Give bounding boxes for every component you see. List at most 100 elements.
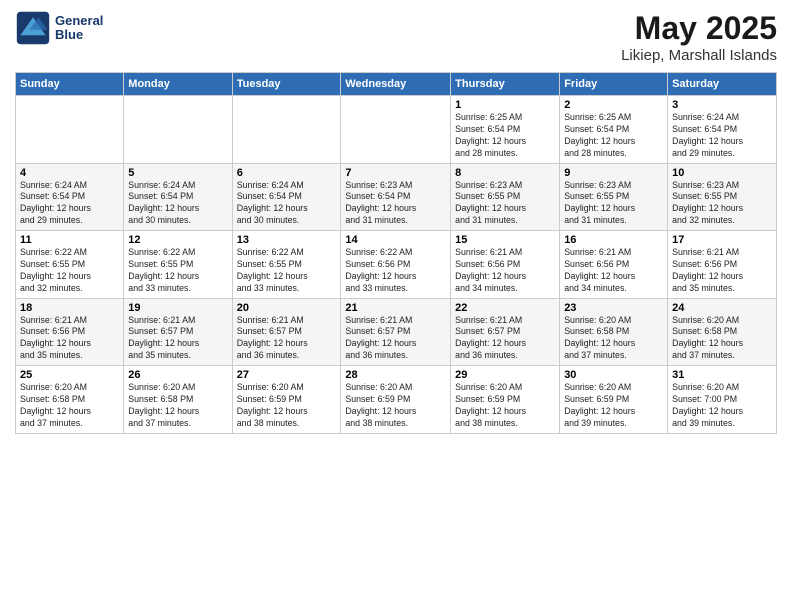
day-info: Sunrise: 6:20 AM Sunset: 6:59 PM Dayligh… — [455, 382, 555, 430]
day-number: 24 — [672, 302, 772, 314]
calendar-cell: 16Sunrise: 6:21 AM Sunset: 6:56 PM Dayli… — [560, 231, 668, 299]
calendar-cell: 2Sunrise: 6:25 AM Sunset: 6:54 PM Daylig… — [560, 96, 668, 164]
calendar-cell: 27Sunrise: 6:20 AM Sunset: 6:59 PM Dayli… — [232, 366, 341, 434]
calendar-cell: 21Sunrise: 6:21 AM Sunset: 6:57 PM Dayli… — [341, 298, 451, 366]
calendar-cell: 8Sunrise: 6:23 AM Sunset: 6:55 PM Daylig… — [451, 163, 560, 231]
day-info: Sunrise: 6:20 AM Sunset: 6:58 PM Dayligh… — [672, 315, 772, 363]
day-info: Sunrise: 6:21 AM Sunset: 6:57 PM Dayligh… — [345, 315, 446, 363]
calendar-cell: 19Sunrise: 6:21 AM Sunset: 6:57 PM Dayli… — [124, 298, 232, 366]
day-number: 4 — [20, 167, 119, 179]
weekday-header-monday: Monday — [124, 73, 232, 96]
day-number: 23 — [564, 302, 663, 314]
weekday-header-thursday: Thursday — [451, 73, 560, 96]
calendar-cell: 17Sunrise: 6:21 AM Sunset: 6:56 PM Dayli… — [668, 231, 777, 299]
day-info: Sunrise: 6:20 AM Sunset: 6:58 PM Dayligh… — [128, 382, 227, 430]
day-number: 1 — [455, 99, 555, 111]
calendar-cell: 14Sunrise: 6:22 AM Sunset: 6:56 PM Dayli… — [341, 231, 451, 299]
day-number: 15 — [455, 234, 555, 246]
day-info: Sunrise: 6:22 AM Sunset: 6:55 PM Dayligh… — [20, 247, 119, 295]
header: General Blue May 2025 Likiep, Marshall I… — [15, 10, 777, 64]
day-info: Sunrise: 6:21 AM Sunset: 6:56 PM Dayligh… — [672, 247, 772, 295]
day-info: Sunrise: 6:25 AM Sunset: 6:54 PM Dayligh… — [455, 112, 555, 160]
calendar-cell: 20Sunrise: 6:21 AM Sunset: 6:57 PM Dayli… — [232, 298, 341, 366]
calendar-cell: 6Sunrise: 6:24 AM Sunset: 6:54 PM Daylig… — [232, 163, 341, 231]
day-info: Sunrise: 6:21 AM Sunset: 6:57 PM Dayligh… — [455, 315, 555, 363]
calendar-cell: 25Sunrise: 6:20 AM Sunset: 6:58 PM Dayli… — [16, 366, 124, 434]
day-info: Sunrise: 6:24 AM Sunset: 6:54 PM Dayligh… — [237, 180, 337, 228]
calendar-week-5: 25Sunrise: 6:20 AM Sunset: 6:58 PM Dayli… — [16, 366, 777, 434]
day-number: 20 — [237, 302, 337, 314]
calendar-cell: 31Sunrise: 6:20 AM Sunset: 7:00 PM Dayli… — [668, 366, 777, 434]
calendar-table: SundayMondayTuesdayWednesdayThursdayFrid… — [15, 72, 777, 434]
calendar-cell — [124, 96, 232, 164]
calendar-cell: 15Sunrise: 6:21 AM Sunset: 6:56 PM Dayli… — [451, 231, 560, 299]
weekday-header-row: SundayMondayTuesdayWednesdayThursdayFrid… — [16, 73, 777, 96]
day-info: Sunrise: 6:23 AM Sunset: 6:55 PM Dayligh… — [564, 180, 663, 228]
calendar-cell: 10Sunrise: 6:23 AM Sunset: 6:55 PM Dayli… — [668, 163, 777, 231]
day-number: 27 — [237, 369, 337, 381]
page: General Blue May 2025 Likiep, Marshall I… — [0, 0, 792, 612]
day-info: Sunrise: 6:24 AM Sunset: 6:54 PM Dayligh… — [672, 112, 772, 160]
calendar-cell: 7Sunrise: 6:23 AM Sunset: 6:54 PM Daylig… — [341, 163, 451, 231]
day-number: 3 — [672, 99, 772, 111]
logo-line2: Blue — [55, 28, 103, 42]
subtitle: Likiep, Marshall Islands — [621, 47, 777, 64]
day-number: 21 — [345, 302, 446, 314]
day-number: 6 — [237, 167, 337, 179]
day-info: Sunrise: 6:23 AM Sunset: 6:54 PM Dayligh… — [345, 180, 446, 228]
calendar-cell: 3Sunrise: 6:24 AM Sunset: 6:54 PM Daylig… — [668, 96, 777, 164]
day-info: Sunrise: 6:21 AM Sunset: 6:56 PM Dayligh… — [455, 247, 555, 295]
day-info: Sunrise: 6:22 AM Sunset: 6:56 PM Dayligh… — [345, 247, 446, 295]
calendar-cell: 4Sunrise: 6:24 AM Sunset: 6:54 PM Daylig… — [16, 163, 124, 231]
calendar-cell: 13Sunrise: 6:22 AM Sunset: 6:55 PM Dayli… — [232, 231, 341, 299]
day-number: 17 — [672, 234, 772, 246]
calendar-cell — [232, 96, 341, 164]
day-info: Sunrise: 6:20 AM Sunset: 6:59 PM Dayligh… — [564, 382, 663, 430]
weekday-header-friday: Friday — [560, 73, 668, 96]
day-number: 9 — [564, 167, 663, 179]
day-number: 2 — [564, 99, 663, 111]
calendar-cell: 18Sunrise: 6:21 AM Sunset: 6:56 PM Dayli… — [16, 298, 124, 366]
day-number: 31 — [672, 369, 772, 381]
calendar-cell: 26Sunrise: 6:20 AM Sunset: 6:58 PM Dayli… — [124, 366, 232, 434]
day-number: 19 — [128, 302, 227, 314]
logo-line1: General — [55, 14, 103, 28]
calendar-cell: 30Sunrise: 6:20 AM Sunset: 6:59 PM Dayli… — [560, 366, 668, 434]
day-info: Sunrise: 6:22 AM Sunset: 6:55 PM Dayligh… — [128, 247, 227, 295]
day-number: 29 — [455, 369, 555, 381]
calendar-week-4: 18Sunrise: 6:21 AM Sunset: 6:56 PM Dayli… — [16, 298, 777, 366]
day-info: Sunrise: 6:21 AM Sunset: 6:57 PM Dayligh… — [128, 315, 227, 363]
calendar-cell: 9Sunrise: 6:23 AM Sunset: 6:55 PM Daylig… — [560, 163, 668, 231]
day-number: 26 — [128, 369, 227, 381]
day-number: 25 — [20, 369, 119, 381]
day-info: Sunrise: 6:20 AM Sunset: 6:58 PM Dayligh… — [20, 382, 119, 430]
day-number: 16 — [564, 234, 663, 246]
main-title: May 2025 — [621, 10, 777, 47]
calendar-cell — [16, 96, 124, 164]
day-number: 14 — [345, 234, 446, 246]
logo-text: General Blue — [55, 14, 103, 43]
weekday-header-wednesday: Wednesday — [341, 73, 451, 96]
day-number: 10 — [672, 167, 772, 179]
day-info: Sunrise: 6:23 AM Sunset: 6:55 PM Dayligh… — [672, 180, 772, 228]
day-number: 11 — [20, 234, 119, 246]
calendar-week-1: 1Sunrise: 6:25 AM Sunset: 6:54 PM Daylig… — [16, 96, 777, 164]
day-info: Sunrise: 6:20 AM Sunset: 6:59 PM Dayligh… — [237, 382, 337, 430]
day-info: Sunrise: 6:25 AM Sunset: 6:54 PM Dayligh… — [564, 112, 663, 160]
calendar-cell: 12Sunrise: 6:22 AM Sunset: 6:55 PM Dayli… — [124, 231, 232, 299]
day-number: 28 — [345, 369, 446, 381]
day-info: Sunrise: 6:21 AM Sunset: 6:56 PM Dayligh… — [564, 247, 663, 295]
calendar-cell: 11Sunrise: 6:22 AM Sunset: 6:55 PM Dayli… — [16, 231, 124, 299]
day-number: 12 — [128, 234, 227, 246]
day-info: Sunrise: 6:20 AM Sunset: 7:00 PM Dayligh… — [672, 382, 772, 430]
day-info: Sunrise: 6:21 AM Sunset: 6:56 PM Dayligh… — [20, 315, 119, 363]
day-number: 5 — [128, 167, 227, 179]
calendar-cell: 1Sunrise: 6:25 AM Sunset: 6:54 PM Daylig… — [451, 96, 560, 164]
calendar-cell: 5Sunrise: 6:24 AM Sunset: 6:54 PM Daylig… — [124, 163, 232, 231]
logo: General Blue — [15, 10, 103, 46]
weekday-header-tuesday: Tuesday — [232, 73, 341, 96]
calendar-cell: 22Sunrise: 6:21 AM Sunset: 6:57 PM Dayli… — [451, 298, 560, 366]
day-number: 18 — [20, 302, 119, 314]
calendar-week-2: 4 Sunrise: 6:24 AM Sunset: 6:54 PM Daylig… — [16, 163, 777, 231]
day-number: 22 — [455, 302, 555, 314]
